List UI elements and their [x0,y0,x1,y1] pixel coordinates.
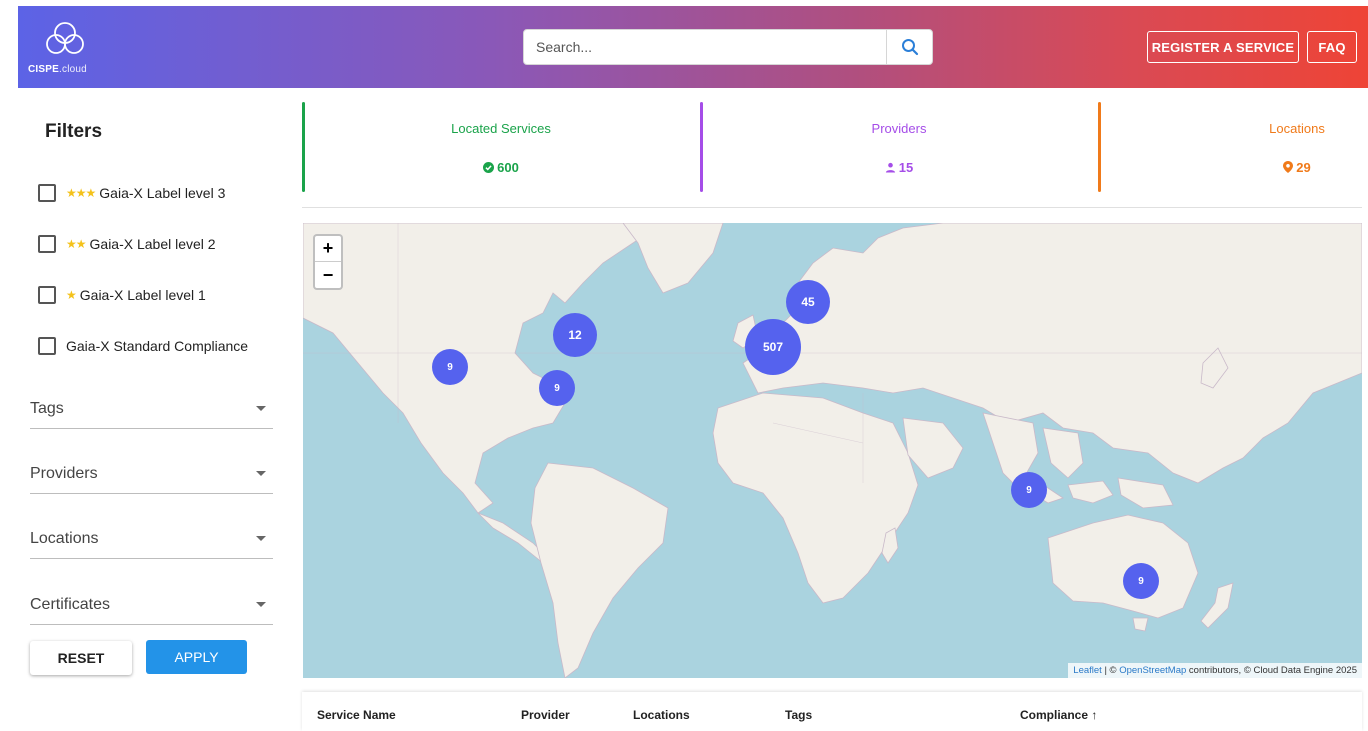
filter-label-level-3[interactable]: ★★★ Gaia-X Label level 3 [38,184,225,202]
stars-icon: ★★★ [66,186,96,200]
leaflet-link[interactable]: Leaflet [1073,665,1102,676]
map-tiles [303,223,1362,678]
map-pin-icon [1283,161,1294,173]
reset-button[interactable]: RESET [30,641,132,675]
dropdown-label: Tags [30,399,64,417]
dropdown-label: Locations [30,529,99,547]
cloud-logo-icon [46,22,84,54]
map-cluster-marker[interactable]: 12 [553,313,597,357]
search-icon [901,39,918,56]
stat-label: Providers [871,121,927,136]
check-circle-icon [483,162,495,173]
stat-accent-bar [700,102,703,192]
filter-label-level-1[interactable]: ★ Gaia-X Label level 1 [38,286,206,304]
stats-divider [302,207,1362,208]
stars-icon: ★ [66,288,77,302]
filter-label: Gaia-X Label level 1 [79,287,206,303]
column-service-name[interactable]: Service Name [317,708,396,722]
zoom-out-button[interactable]: − [315,262,341,288]
stat-located-services: Located Services 600 [302,102,700,192]
locations-dropdown[interactable]: Locations [30,519,273,559]
world-map[interactable]: + − 45 12 507 9 9 9 9 Leaflet | © OpenSt… [303,223,1362,678]
top-header: CISPE.cloud REGISTER A SERVICE FAQ [18,6,1368,88]
cispe-logo[interactable]: CISPE.cloud [28,18,108,78]
faq-button[interactable]: FAQ [1307,31,1357,63]
stat-value: 15 [700,160,1098,175]
stat-value: 29 [1098,160,1368,175]
stat-accent-bar [1098,102,1101,192]
logo-text: CISPE.cloud [28,64,87,75]
search-input[interactable] [524,30,886,64]
map-cluster-marker[interactable]: 9 [1011,472,1047,508]
stat-locations: Locations 29 [1098,102,1368,192]
providers-dropdown[interactable]: Providers [30,454,273,494]
stat-value: 600 [302,160,700,175]
checkbox[interactable] [38,184,56,202]
person-icon [885,162,895,173]
checkbox[interactable] [38,337,56,355]
map-attribution: Leaflet | © OpenStreetMap contributors, … [1068,663,1362,678]
filter-label: Gaia-X Label level 2 [89,236,216,252]
caret-down-icon [256,471,266,476]
stars-icon: ★★ [66,237,86,251]
filter-standard-compliance[interactable]: Gaia-X Standard Compliance [38,337,248,355]
dropdown-label: Providers [30,464,98,482]
checkbox[interactable] [38,286,56,304]
openstreetmap-link[interactable]: OpenStreetMap [1119,665,1186,676]
filter-label: Gaia-X Standard Compliance [66,338,249,354]
map-cluster-marker[interactable]: 9 [432,349,468,385]
search-button[interactable] [886,30,932,64]
certificates-dropdown[interactable]: Certificates [30,585,273,625]
stat-label: Locations [1269,121,1325,136]
search-box [523,29,933,65]
filters-title: Filters [45,121,103,142]
caret-down-icon [256,406,266,411]
stat-providers: Providers 15 [700,102,1098,192]
map-cluster-marker[interactable]: 9 [1123,563,1159,599]
stat-label: Located Services [451,121,551,136]
zoom-in-button[interactable]: + [315,236,341,262]
checkbox[interactable] [38,235,56,253]
column-tags[interactable]: Tags [785,708,812,722]
zoom-control: + − [313,234,343,290]
map-cluster-marker[interactable]: 45 [786,280,830,324]
column-provider[interactable]: Provider [521,708,570,722]
register-service-button[interactable]: REGISTER A SERVICE [1147,31,1299,63]
caret-down-icon [256,602,266,607]
caret-down-icon [256,536,266,541]
filter-label: Gaia-X Label level 3 [99,185,226,201]
stat-accent-bar [302,102,305,192]
map-cluster-marker[interactable]: 507 [745,319,801,375]
apply-button[interactable]: APPLY [146,640,247,674]
column-compliance[interactable]: Compliance ↑ [1020,708,1097,722]
dropdown-label: Certificates [30,595,111,613]
filter-label-level-2[interactable]: ★★ Gaia-X Label level 2 [38,235,216,253]
map-cluster-marker[interactable]: 9 [539,370,575,406]
services-table-header: Service Name Provider Locations Tags Com… [302,692,1362,731]
tags-dropdown[interactable]: Tags [30,389,273,429]
column-locations[interactable]: Locations [633,708,690,722]
